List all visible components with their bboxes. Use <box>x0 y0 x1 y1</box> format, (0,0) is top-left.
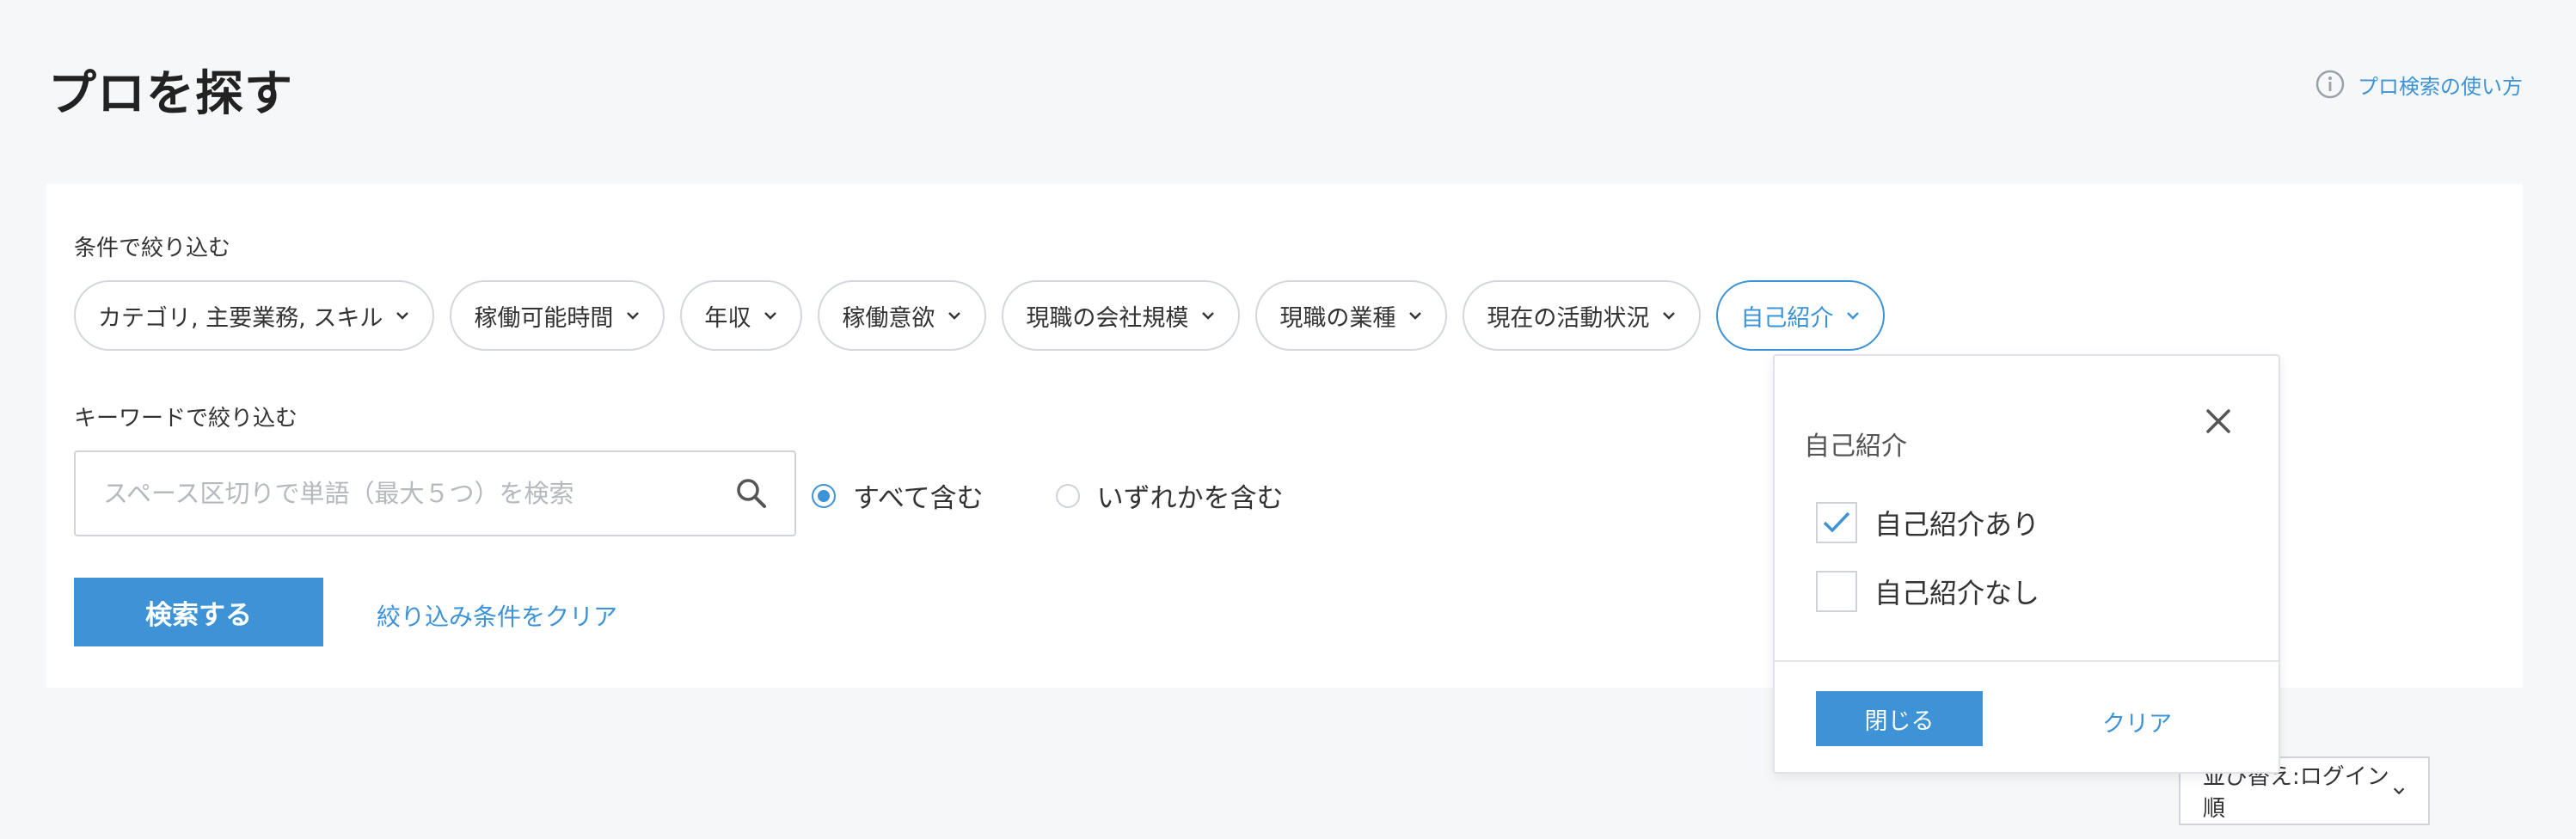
checkbox-self-intro-yes[interactable]: 自己紹介あり <box>1816 502 2039 543</box>
keyword-section-label: キーワードで絞り込む <box>74 406 298 432</box>
keyword-search-box <box>74 450 796 536</box>
filter-chip-company-size[interactable]: 現職の会社規模 <box>1002 280 1241 351</box>
search-help-label: プロ検索の使い方 <box>2358 74 2523 99</box>
chip-label: 現職の業種 <box>1279 304 1396 332</box>
chip-label: 年収 <box>704 304 751 332</box>
filter-chip-row: カテゴリ, 主要業務, スキル 稼働可能時間 年収 稼働意欲 現職の会社規模 現… <box>74 280 1886 351</box>
chip-label: 稼働意欲 <box>842 304 935 332</box>
checkbox-self-intro-no[interactable]: 自己紹介なし <box>1816 571 2039 612</box>
filter-chip-working-hours[interactable]: 稼働可能時間 <box>450 280 665 351</box>
checkbox-label: 自己紹介あり <box>1874 508 2040 541</box>
filter-chip-self-intro[interactable]: 自己紹介 <box>1716 280 1886 351</box>
chevron-down-icon <box>627 312 640 320</box>
clear-filters-link[interactable]: 絞り込み条件をクリア <box>377 598 617 633</box>
chip-label: カテゴリ, 主要業務, スキル <box>98 304 383 332</box>
chevron-down-icon <box>1847 312 1860 320</box>
search-help-link[interactable]: プロ検索の使い方 <box>2315 69 2523 100</box>
radio-indicator <box>1055 483 1080 508</box>
chip-label: 現在の活動状況 <box>1487 304 1650 332</box>
popover-title: 自己紹介 <box>1804 432 1907 462</box>
keyword-match-radio-group: すべて含む いずれかを含む <box>812 476 1284 515</box>
filter-chip-income[interactable]: 年収 <box>680 280 803 351</box>
check-icon <box>1823 511 1850 533</box>
page-title: プロを探す <box>48 66 293 122</box>
chevron-down-icon <box>764 312 777 320</box>
popover-close-button[interactable]: 閉じる <box>1816 691 1983 746</box>
radio-label: いずれかを含む <box>1096 483 1284 514</box>
radio-match-any[interactable]: いずれかを含む <box>1055 476 1284 515</box>
checkbox-box-checked <box>1816 502 1857 543</box>
close-icon[interactable] <box>2203 406 2234 437</box>
checkbox-box <box>1816 571 1857 612</box>
chip-label: 稼働可能時間 <box>474 304 614 332</box>
popover-clear-link[interactable]: クリア <box>2102 705 2172 738</box>
search-button[interactable]: 検索する <box>74 578 323 646</box>
chevron-down-icon <box>1202 312 1215 320</box>
radio-match-all[interactable]: すべて含む <box>812 476 984 515</box>
self-intro-filter-popover: 自己紹介 自己紹介あり 自己紹介なし 閉じる クリア <box>1773 354 2280 774</box>
filter-chip-activity-status[interactable]: 現在の活動状況 <box>1463 280 1702 351</box>
radio-label: すべて含む <box>853 483 984 514</box>
info-circle-icon <box>2315 70 2345 99</box>
filter-chip-category[interactable]: カテゴリ, 主要業務, スキル <box>74 280 435 351</box>
chevron-down-icon <box>948 312 961 320</box>
chevron-down-icon <box>1663 312 1676 320</box>
filter-section-label: 条件で絞り込む <box>74 236 231 261</box>
search-icon[interactable] <box>734 476 769 511</box>
checkbox-label: 自己紹介なし <box>1874 577 2040 609</box>
popover-divider <box>1775 660 2279 662</box>
chip-label: 自己紹介 <box>1740 304 1834 332</box>
radio-indicator-checked <box>812 483 836 508</box>
chevron-down-icon <box>1409 312 1422 320</box>
chip-label: 現職の会社規模 <box>1026 304 1189 332</box>
filter-chip-motivation[interactable]: 稼働意欲 <box>818 280 987 351</box>
chevron-down-icon <box>2393 787 2405 795</box>
filter-chip-industry[interactable]: 現職の業種 <box>1255 280 1448 351</box>
keyword-search-input[interactable] <box>101 478 734 509</box>
chevron-down-icon <box>396 312 409 320</box>
